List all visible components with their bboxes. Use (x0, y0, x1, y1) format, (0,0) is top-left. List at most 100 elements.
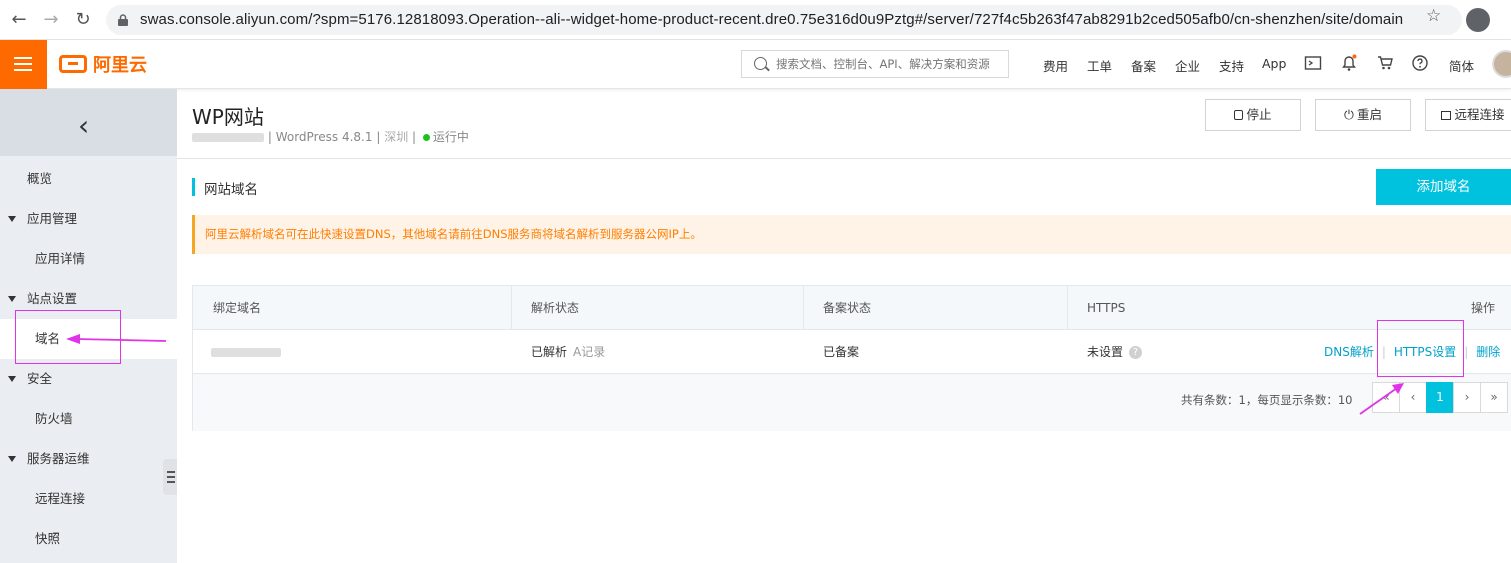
power-icon: ⏻ (1344, 107, 1354, 122)
nav-support[interactable]: 支持 (1219, 56, 1244, 75)
sidebar-group-security[interactable]: 安全 (0, 359, 177, 399)
col-resolve-status: 解析状态 (531, 301, 580, 315)
separator: | (1464, 345, 1469, 359)
resolve-status: 已解析 (531, 345, 568, 359)
help-icon[interactable]: ? (1129, 346, 1143, 359)
page-title: WP网站 (192, 105, 264, 129)
separator: | (376, 130, 381, 144)
aliyun-logo-icon (59, 55, 87, 73)
sidebar-item-remote-connect[interactable]: 远程连接 (0, 479, 177, 519)
avatar[interactable] (1492, 50, 1511, 78)
sidebar-item-label: 安全 (27, 371, 53, 386)
url-text: swas.console.aliyun.com/?spm=5176.128180… (140, 11, 1404, 28)
region: 深圳 (384, 130, 409, 144)
caret-down-icon (8, 296, 16, 302)
dns-resolve-link[interactable]: DNS解析 (1324, 345, 1374, 359)
back-button[interactable]: ‹ (0, 89, 177, 156)
sidebar-item-firewall[interactable]: 防火墙 (0, 399, 177, 439)
address-bar[interactable]: swas.console.aliyun.com/?spm=5176.128180… (106, 5, 1462, 35)
annotation-box-https (1377, 320, 1464, 377)
sidebar-item-app-details[interactable]: 应用详情 (0, 239, 177, 279)
first-page-button[interactable]: « (1372, 382, 1400, 413)
sidebar-item-label: 应用详情 (35, 251, 86, 266)
sidebar-item-label: 应用管理 (27, 211, 78, 226)
column-divider (511, 286, 512, 330)
caret-down-icon (8, 376, 16, 382)
stop-label: 停止 (1246, 107, 1272, 122)
chevron-left-icon: ‹ (78, 109, 90, 142)
cart-icon[interactable] (1376, 54, 1394, 72)
domain-table: 绑定域名 解析状态 备案状态 HTTPS 操作 已解析 A记录 已备案 未设置? … (192, 285, 1511, 431)
help-icon[interactable] (1411, 54, 1429, 72)
cell-resolve: 已解析 A记录 (531, 330, 605, 374)
sidebar-item-label: 服务器运维 (27, 451, 90, 466)
nav-enterprise[interactable]: 企业 (1175, 56, 1200, 75)
annotation-box-domain (15, 310, 121, 364)
stop-button[interactable]: 停止 (1205, 99, 1301, 131)
sidebar-item-label: 远程连接 (35, 491, 86, 506)
aliyun-logo[interactable]: 阿里云 (59, 52, 147, 76)
remote-icon (1441, 111, 1452, 120)
lock-icon (118, 14, 128, 26)
cell-icp: 已备案 (823, 345, 860, 359)
back-arrow-icon[interactable]: ← (8, 9, 30, 31)
nav-fees[interactable]: 费用 (1043, 56, 1068, 75)
col-actions: 操作 (1471, 301, 1496, 315)
stop-icon (1234, 110, 1244, 120)
search-input[interactable] (776, 55, 1004, 73)
status-text: 运行中 (432, 130, 469, 144)
main-content: WP网站 | WordPress 4.8.1 | 深圳 | 运行中 停止 ⏻ 重启… (177, 89, 1511, 563)
sidebar-group-server-ops[interactable]: 服务器运维 (0, 439, 177, 479)
browser-toolbar: ← → ↻ swas.console.aliyun.com/?spm=5176.… (0, 0, 1511, 40)
add-domain-button[interactable]: 添加域名 (1376, 169, 1511, 205)
column-divider (1067, 286, 1068, 330)
menu-icon[interactable] (0, 40, 47, 89)
last-page-button[interactable]: » (1480, 382, 1508, 413)
restart-button[interactable]: ⏻ 重启 (1315, 99, 1411, 131)
forward-arrow-icon[interactable]: → (40, 9, 62, 31)
bell-icon[interactable] (1340, 54, 1358, 72)
sidebar-item-label: 快照 (35, 531, 61, 546)
language-switch[interactable]: 简体 (1449, 56, 1474, 75)
bookmark-star-icon[interactable]: ☆ (1426, 6, 1441, 26)
search-box[interactable] (741, 50, 1009, 78)
col-https: HTTPS (1087, 301, 1126, 315)
col-domain: 绑定域名 (213, 301, 262, 315)
page-1-button[interactable]: 1 (1426, 382, 1454, 413)
col-icp-status: 备案状态 (823, 301, 872, 315)
redacted-domain (211, 348, 281, 357)
restart-label: 重启 (1356, 107, 1382, 122)
prev-page-button[interactable]: ‹ (1399, 382, 1427, 413)
column-divider (803, 286, 804, 330)
sidebar-item-label: 概览 (27, 171, 53, 186)
nav-tickets[interactable]: 工单 (1087, 56, 1112, 75)
header-divider (177, 158, 1511, 159)
section-title: 网站域名 (204, 182, 258, 198)
table-header: 绑定域名 解析状态 备案状态 HTTPS 操作 (193, 286, 1511, 330)
remote-label: 远程连接 (1454, 107, 1505, 122)
sidebar-item-overview[interactable]: 概览 (0, 159, 177, 199)
caret-down-icon (8, 216, 16, 222)
remote-connect-button[interactable]: 远程连接 (1425, 99, 1511, 131)
table-row: 已解析 A记录 已备案 未设置? DNS解析 | HTTPS设置 | 删除 (193, 330, 1511, 374)
sidebar-group-app-management[interactable]: 应用管理 (0, 199, 177, 239)
nav-icp[interactable]: 备案 (1131, 56, 1156, 75)
next-page-button[interactable]: › (1453, 382, 1481, 413)
logo-text: 阿里云 (93, 55, 147, 76)
pagination-info: 共有条数：1，每页显示条数：10 (1181, 393, 1353, 407)
reload-icon[interactable]: ↻ (72, 9, 94, 31)
resolve-type: A记录 (573, 345, 606, 359)
collapse-sidebar-toggle[interactable] (163, 459, 177, 495)
nav-app[interactable]: App (1262, 56, 1286, 71)
delete-link[interactable]: 删除 (1476, 345, 1500, 359)
sidebar-item-snapshot[interactable]: 快照 (0, 519, 177, 559)
table-footer: 共有条数：1，每页显示条数：10 « ‹ 1 › » (193, 374, 1511, 431)
section-accent (192, 178, 195, 196)
redacted-ip (192, 133, 264, 142)
account-icon[interactable] (1466, 8, 1490, 32)
server-subinfo: | WordPress 4.8.1 | 深圳 | 运行中 (192, 128, 469, 145)
search-icon (754, 57, 767, 70)
separator: | (412, 130, 417, 144)
dns-notice: 阿里云解析域名可在此快速设置DNS，其他域名请前往DNS服务商将域名解析到服务器… (192, 215, 1511, 254)
terminal-icon[interactable] (1304, 54, 1322, 72)
